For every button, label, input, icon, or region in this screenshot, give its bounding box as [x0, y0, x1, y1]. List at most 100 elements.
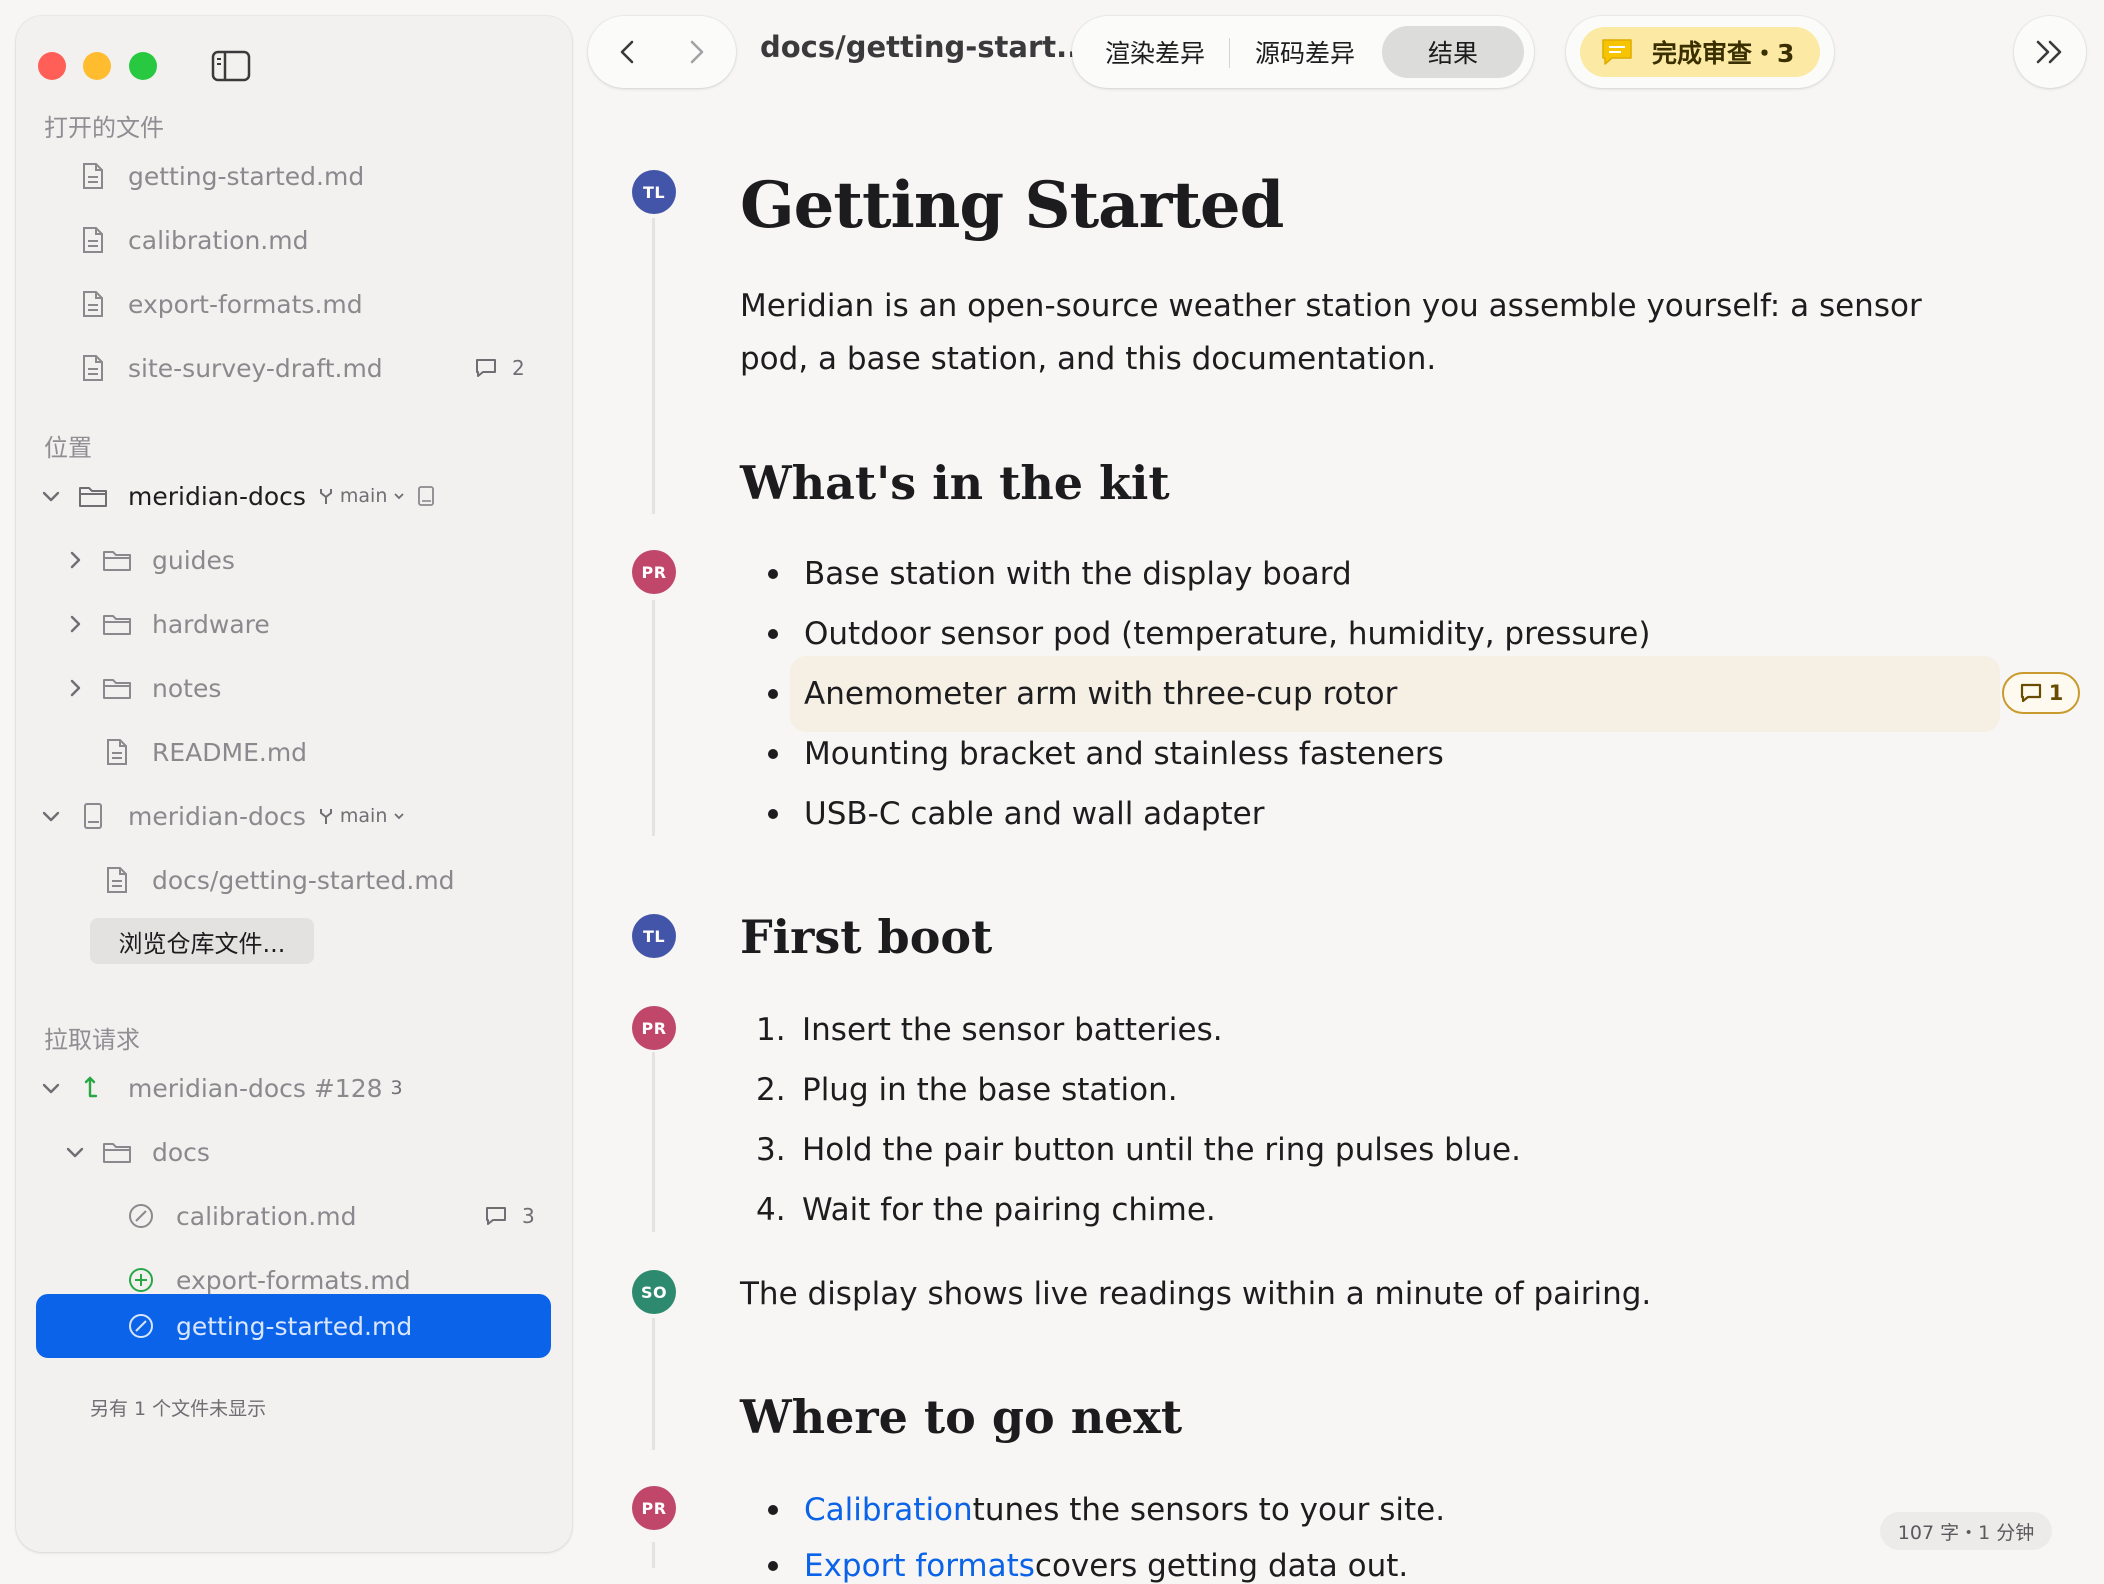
list-item-text: Hold the pair button until the ring puls…	[802, 1132, 1521, 1168]
zoom-window-button[interactable]	[129, 52, 157, 80]
chevron-down-icon[interactable]	[40, 1077, 62, 1099]
author-avatar[interactable]: PR	[632, 550, 676, 594]
folder-label: notes	[152, 673, 222, 703]
double-chevron-right-icon	[2036, 40, 2062, 64]
chevron-down-icon[interactable]	[40, 805, 62, 827]
inline-comment-button[interactable]: 1	[2002, 672, 2080, 714]
branch-label: main	[339, 485, 388, 507]
close-window-button[interactable]	[38, 52, 66, 80]
list-item: Anemometer arm with three-cup rotor	[768, 676, 1397, 712]
repo-item-meridian-docs[interactable]: meridian-docs main	[78, 470, 435, 522]
open-file-item[interactable]: site-survey-draft.md	[78, 342, 383, 394]
branch-icon	[319, 809, 332, 824]
document-icon	[78, 161, 108, 191]
repo-label: meridian-docs	[128, 801, 306, 831]
author-avatar[interactable]: TL	[632, 170, 676, 214]
doc-heading-where-next: Where to go next	[740, 1390, 1183, 1444]
list-number: 4.	[756, 1192, 786, 1228]
back-icon[interactable]	[614, 38, 642, 66]
chevron-right-icon[interactable]	[64, 549, 86, 571]
doc-heading-first-boot: First boot	[740, 910, 993, 964]
navigation-controls	[588, 16, 736, 88]
tab-source-diff[interactable]: 源码差异	[1232, 26, 1378, 78]
finish-review-label: 完成审查・3	[1652, 39, 1795, 68]
open-file-item[interactable]: export-formats.md	[78, 278, 363, 330]
author-avatar[interactable]: PR	[632, 1006, 676, 1050]
document-icon	[78, 289, 108, 319]
pr-file-item[interactable]: calibration.md	[126, 1190, 356, 1242]
folder-item-docs[interactable]: docs	[102, 1126, 210, 1178]
author-avatar[interactable]: PR	[632, 1486, 676, 1530]
branch-selector[interactable]: main	[318, 485, 435, 507]
comment-count: 3	[522, 1204, 535, 1228]
branch-icon	[319, 489, 332, 504]
list-item: Base station with the display board	[768, 556, 1352, 592]
repo-item-meridian-docs-remote[interactable]: meridian-docs main	[78, 790, 405, 842]
locations-section-title: 位置	[44, 434, 92, 462]
ordered-list-item: 4. Wait for the pairing chime.	[756, 1192, 1216, 1228]
chevron-down-icon[interactable]	[40, 485, 62, 507]
branch-label: main	[339, 805, 388, 827]
sidebar: 打开的文件 getting-started.md calibration.md …	[16, 16, 572, 1552]
tab-result[interactable]: 结果	[1382, 26, 1524, 78]
ordered-list-item: 2. Plug in the base station.	[756, 1072, 1178, 1108]
author-rail	[652, 218, 655, 514]
branch-selector[interactable]: main	[318, 805, 405, 827]
author-rail	[652, 600, 655, 836]
author-rail	[652, 1318, 655, 1450]
tab-rendered-diff[interactable]: 渲染差异	[1082, 26, 1228, 78]
open-file-item[interactable]: calibration.md	[78, 214, 308, 266]
open-files-section-title: 打开的文件	[44, 114, 164, 142]
review-comment-icon	[1602, 39, 1632, 65]
folder-item-guides[interactable]: guides	[102, 534, 235, 586]
list-item-text: USB-C cable and wall adapter	[804, 796, 1265, 832]
list-number: 3.	[756, 1132, 786, 1168]
file-item-getting-started[interactable]: docs/getting-started.md	[102, 854, 455, 906]
folder-icon	[102, 545, 132, 575]
sidebar-toggle-icon[interactable]	[211, 50, 251, 82]
open-file-item[interactable]: getting-started.md	[78, 150, 364, 202]
folder-icon	[102, 609, 132, 639]
comment-icon	[2020, 683, 2041, 703]
document-icon	[78, 225, 108, 255]
open-file-label: calibration.md	[128, 225, 309, 255]
modified-status-icon	[126, 1201, 156, 1231]
bullet	[768, 629, 778, 639]
forward-icon[interactable]	[682, 38, 710, 66]
doc-heading-kit: What's in the kit	[740, 456, 1170, 510]
author-rail	[652, 1052, 655, 1232]
browse-repo-files-button[interactable]: 浏览仓库文件...	[90, 918, 314, 964]
pull-request-item[interactable]: meridian-docs #128 3	[78, 1062, 403, 1114]
finish-review-button[interactable]: 完成审查・3	[1580, 27, 1820, 77]
added-status-icon	[126, 1265, 156, 1295]
expand-panel-button[interactable]	[2014, 16, 2086, 88]
chevron-right-icon[interactable]	[64, 677, 86, 699]
doc-paragraph: The display shows live readings within a…	[740, 1276, 1652, 1312]
file-item-readme[interactable]: README.md	[102, 726, 307, 778]
comment-icon	[476, 359, 496, 377]
chevron-down-icon[interactable]	[64, 1141, 86, 1163]
author-avatar[interactable]: SO	[632, 1270, 676, 1314]
export-formats-link[interactable]: Export formats	[804, 1548, 1035, 1584]
list-item-text: Outdoor sensor pod (temperature, humidit…	[804, 616, 1651, 652]
comment-count-badge: 2	[474, 356, 525, 380]
document-title: docs/getting-start...	[760, 30, 1090, 64]
list-item-text: Wait for the pairing chime.	[802, 1192, 1216, 1228]
bullet	[768, 809, 778, 819]
list-item: Outdoor sensor pod (temperature, humidit…	[768, 616, 1650, 652]
calibration-link[interactable]: Calibration	[804, 1492, 973, 1528]
pull-request-file-count: 3	[390, 1077, 403, 1099]
segment-divider	[1229, 38, 1230, 68]
pull-request-label: meridian-docs #128	[128, 1073, 383, 1103]
chevron-right-icon[interactable]	[64, 613, 86, 635]
list-item: USB-C cable and wall adapter	[768, 796, 1265, 832]
folder-item-notes[interactable]: notes	[102, 662, 221, 714]
folder-item-hardware[interactable]: hardware	[102, 598, 270, 650]
author-avatar[interactable]: TL	[632, 914, 676, 958]
pr-file-item-selected[interactable]: getting-started.md	[126, 1300, 412, 1352]
open-file-label: getting-started.md	[128, 161, 365, 191]
chevron-down-icon	[394, 493, 405, 500]
minimize-window-button[interactable]	[83, 52, 111, 80]
repo-label: meridian-docs	[128, 481, 306, 511]
doc-heading-title: Getting Started	[740, 168, 1284, 243]
